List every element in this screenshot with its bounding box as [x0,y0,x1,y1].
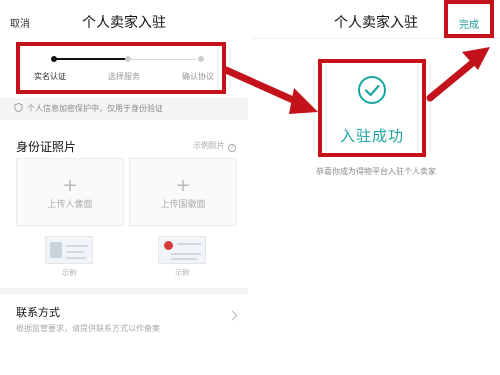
plus-icon: + [62,175,78,196]
chevron-right-icon[interactable] [227,310,238,321]
id-photo-title: 身份证照片 [16,140,77,154]
sample-photo-label: 示例照片 [193,141,225,150]
sample-front-caption: 示例 [62,269,76,277]
left-screen: 取消 个人卖家入驻 实名认证 选择服务 确认协议 个人信息加密保护中，仅用于身份… [0,0,248,375]
step-dot-2 [125,56,131,62]
step-label-3: 确认协议 [182,72,214,81]
plus-icon: + [175,175,191,196]
question-icon: ? [228,144,236,152]
contact-description: 根据监管要求，请提供联系方式以作备案 [16,324,160,333]
check-circle-icon [358,76,386,104]
success-message: 入驻成功 [339,127,404,145]
done-button[interactable]: 完成 [448,16,490,31]
sample-photo-link[interactable]: 示例照片? [193,140,236,152]
sample-back-caption: 示例 [175,269,189,277]
nav-bar: 取消 个人卖家入驻 [0,0,248,38]
done-highlight: 完成 [444,0,494,38]
contact-title[interactable]: 联系方式 [16,304,60,320]
upload-back-button[interactable]: + 上传国徽面 [129,158,237,226]
sample-back-image [158,236,206,264]
step-progress-bar [54,58,128,60]
step-label-1: 实名认证 [34,72,66,81]
right-screen: 个人卖家入驻 完成 入驻成功 恭喜你成为得物平台入驻个人卖家 [252,0,500,375]
step-dot-1 [51,56,57,62]
upload-back-label: 上传国徽面 [160,200,206,210]
shield-icon [14,103,23,112]
success-highlight: 入驻成功 [318,59,426,157]
congrats-text: 恭喜你成为得物平台入驻个人卖家 [316,167,436,176]
nav-separator [252,38,500,39]
privacy-text: 个人信息加密保护中，仅用于身份验证 [27,104,163,113]
step-label-2: 选择服务 [108,72,140,81]
sample-front-image [45,236,93,264]
step-indicator: 实名认证 选择服务 确认协议 [16,42,226,94]
emblem-icon [164,241,173,250]
upload-front-label: 上传人像面 [47,200,93,210]
section-divider [0,288,248,294]
page-title: 个人卖家入驻 [82,15,166,31]
upload-front-button[interactable]: + 上传人像面 [16,158,124,226]
privacy-notice: 个人信息加密保护中，仅用于身份验证 [0,98,248,120]
step-dot-3 [198,56,204,62]
